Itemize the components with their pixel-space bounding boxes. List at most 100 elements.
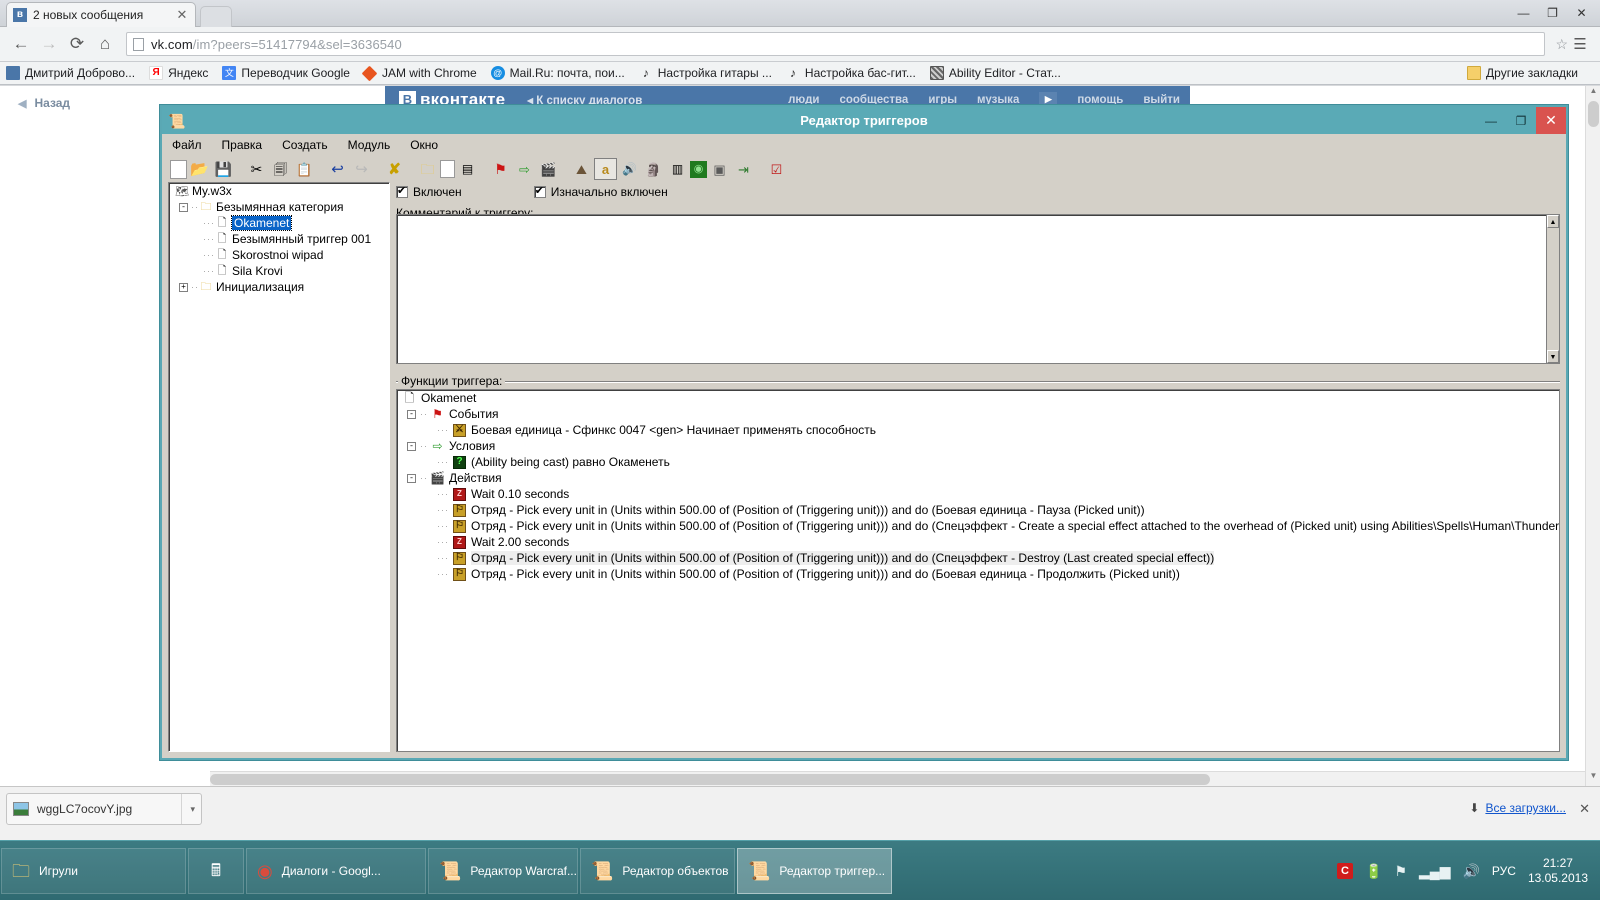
function-row[interactable]: ··· Z Wait 2.00 seconds <box>397 534 1559 550</box>
expander-icon[interactable]: - <box>407 441 416 451</box>
new-comment-icon[interactable]: ▤ <box>456 158 479 180</box>
battery-icon[interactable]: 🔋 <box>1365 863 1382 880</box>
new-trigger-icon[interactable] <box>440 160 455 178</box>
tree-item-category[interactable]: - ·· 🗀 Безымянная категория <box>169 199 389 215</box>
function-row[interactable]: ··· ⚐ Отряд - Pick every unit in (Units … <box>397 566 1559 582</box>
browser-tab[interactable]: в 2 новых сообщения ✕ <box>6 2 196 27</box>
forward-icon[interactable]: → <box>36 31 62 57</box>
function-row[interactable]: ··· ⚔ Боевая единица - Сфинкс 0047 <gen>… <box>397 422 1559 438</box>
bookmark-item[interactable]: Дмитрий Доброво... <box>6 66 135 80</box>
tab-close-icon[interactable]: ✕ <box>175 7 189 23</box>
menu-module[interactable]: Модуль <box>348 138 391 152</box>
close-download-shelf-icon[interactable]: ✕ <box>1579 801 1590 817</box>
vk-nav-games[interactable]: игры <box>928 94 957 106</box>
scroll-up-icon[interactable]: ▲ <box>1547 215 1559 228</box>
tree-item-trigger-okamenet[interactable]: ··· 🗋 Okamenet <box>169 215 389 231</box>
address-bar[interactable]: vk.com/im?peers=51417794&sel=3636540 <box>126 32 1546 56</box>
campaign-editor-icon[interactable]: ▥ <box>666 158 689 180</box>
test-map-icon[interactable]: ☑ <box>765 158 788 180</box>
bookmark-item[interactable]: Я Яндекс <box>149 66 208 80</box>
paste-icon[interactable]: 📋 <box>293 158 316 180</box>
object-editor-icon[interactable]: 🗿 <box>642 158 665 180</box>
object-manager-icon[interactable]: ▣ <box>708 158 731 180</box>
vk-nav-music[interactable]: музыка <box>977 94 1019 106</box>
taskbar-item-object-editor[interactable]: 📜 Редактор объектов <box>580 847 735 894</box>
signal-icon[interactable]: ▂▄▆ <box>1419 863 1450 880</box>
new-category-icon[interactable]: 🗀 <box>416 158 439 180</box>
page-vertical-scrollbar[interactable]: ▲ ▼ <box>1585 86 1600 786</box>
vk-nav-help[interactable]: помощь <box>1077 94 1123 106</box>
undo-icon[interactable]: ↩ <box>326 158 349 180</box>
redo-icon[interactable]: ↪ <box>350 158 373 180</box>
menu-file[interactable]: Файл <box>172 138 202 152</box>
menu-window[interactable]: Окно <box>410 138 438 152</box>
new-tab-button[interactable] <box>200 6 232 27</box>
volume-icon[interactable]: 🔊 <box>1462 863 1479 880</box>
tree-item-trigger-skorostnoi[interactable]: ··· 🗋 Skorostnoi wipad <box>169 247 389 263</box>
language-indicator[interactable]: РУС <box>1492 864 1516 878</box>
network-flag-icon[interactable]: ⚑ <box>1394 863 1407 880</box>
show-all-downloads[interactable]: ⬇ Все загрузки... <box>1469 801 1566 815</box>
trigger-editor-icon[interactable]: a <box>594 158 617 180</box>
scroll-down-icon[interactable]: ▼ <box>1586 771 1600 786</box>
terrain-editor-icon[interactable]: ⛰ <box>570 158 593 180</box>
functions-group-actions[interactable]: - ·· 🎬 Действия <box>397 470 1559 486</box>
te-maximize-button[interactable]: ❐ <box>1506 107 1536 134</box>
bookmark-item[interactable]: ♪ Настройка бас-гит... <box>786 66 916 80</box>
comment-scrollbar[interactable]: ▲ ▼ <box>1546 215 1559 363</box>
chrome-menu-icon[interactable]: ☰ <box>1568 35 1592 53</box>
scroll-thumb-h[interactable] <box>210 774 1210 785</box>
scroll-down-icon[interactable]: ▼ <box>1547 350 1559 363</box>
page-horizontal-scrollbar[interactable] <box>210 771 1585 786</box>
import-manager-icon[interactable]: ⇥ <box>732 158 755 180</box>
scroll-thumb[interactable] <box>1588 101 1599 127</box>
taskbar-item-chrome[interactable]: ◉ Диалоги - Googl... <box>246 847 426 894</box>
expander-icon[interactable]: - <box>407 409 416 419</box>
taskbar-item-calculator[interactable]: 🖩 <box>188 847 244 894</box>
function-root-row[interactable]: 🗋 Okamenet <box>397 390 1559 406</box>
scroll-up-icon[interactable]: ▲ <box>1586 86 1600 101</box>
trigger-editor-title-bar[interactable]: 📜 Редактор триггеров — ❐ ✕ <box>162 107 1566 134</box>
bookmark-item[interactable]: JAM with Chrome <box>361 65 477 81</box>
reload-icon[interactable]: ⟳ <box>64 31 90 57</box>
vk-nav-logout[interactable]: выйти <box>1143 94 1180 106</box>
tree-item-trigger-001[interactable]: ··· 🗋 Безымянный триггер 001 <box>169 231 389 247</box>
expander-icon[interactable]: - <box>179 202 188 212</box>
function-row[interactable]: ··· ⚐ Отряд - Pick every unit in (Units … <box>397 502 1559 518</box>
menu-create[interactable]: Создать <box>282 138 328 152</box>
vk-nav-groups[interactable]: сообщества <box>839 94 908 106</box>
te-close-button[interactable]: ✕ <box>1536 107 1566 134</box>
bookmark-item[interactable]: @ Mail.Ru: почта, пои... <box>490 66 625 80</box>
taskbar-item-explorer[interactable]: 🗀 Игрули <box>1 847 186 894</box>
tree-item-initialization[interactable]: + ·· 🗀 Инициализация <box>169 279 389 295</box>
vk-nav-people[interactable]: люди <box>788 94 819 106</box>
page-info-icon[interactable] <box>133 37 144 51</box>
enabled-checkbox[interactable] <box>396 184 408 198</box>
cut-icon[interactable]: ✂ <box>245 158 268 180</box>
expander-icon[interactable]: + <box>179 282 188 292</box>
save-icon[interactable]: 💾 <box>212 158 235 180</box>
close-map-icon[interactable]: ✘ <box>383 158 406 180</box>
comodo-icon[interactable]: C <box>1337 863 1354 879</box>
show-all-downloads-link[interactable]: Все загрузки... <box>1485 801 1566 815</box>
new-condition-icon[interactable]: ⇨ <box>513 158 536 180</box>
browser-maximize-button[interactable]: ❐ <box>1538 2 1567 24</box>
function-row[interactable]: ··· ⚐ Отряд - Pick every unit in (Units … <box>397 550 1559 566</box>
taskbar-item-world-editor[interactable]: 📜 Редактор Warcraf... <box>428 847 578 894</box>
new-action-icon[interactable]: 🎬 <box>537 158 560 180</box>
home-icon[interactable]: ⌂ <box>92 31 118 57</box>
taskbar-item-trigger-editor[interactable]: 📜 Редактор триггер... <box>737 847 892 894</box>
back-icon[interactable]: ← <box>8 31 34 57</box>
ai-editor-icon[interactable]: ◉ <box>690 160 707 178</box>
new-icon[interactable] <box>170 159 187 179</box>
trigger-comment-textarea[interactable]: ▲ ▼ <box>396 214 1560 364</box>
browser-close-button[interactable]: ✕ <box>1567 2 1596 24</box>
menu-edit[interactable]: Правка <box>222 138 263 152</box>
bookmark-item[interactable]: Ability Editor - Стат... <box>929 66 1061 80</box>
clock[interactable]: 21:27 13.05.2013 <box>1528 856 1588 886</box>
browser-minimize-button[interactable]: — <box>1509 2 1538 24</box>
new-event-icon[interactable]: ⚑ <box>489 158 512 180</box>
functions-group-conditions[interactable]: - ·· ⇨ Условия <box>397 438 1559 454</box>
trigger-tree-panel[interactable]: 🗺 My.w3x - ·· 🗀 Безымянная категория ···… <box>168 182 390 752</box>
copy-icon[interactable]: 🗐 <box>269 158 292 180</box>
